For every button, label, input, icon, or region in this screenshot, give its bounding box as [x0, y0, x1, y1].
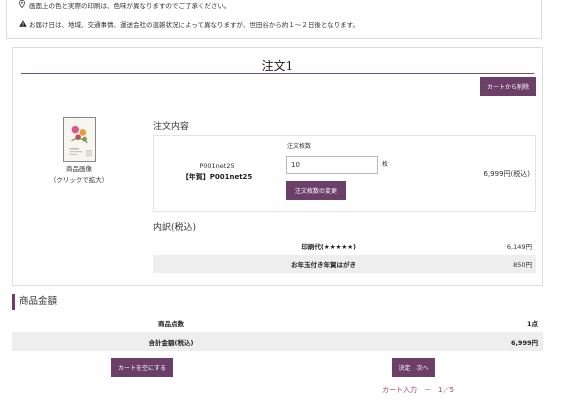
breakdown-value: 850円: [513, 261, 532, 269]
breakdown-row: お年玉付き年賀はがき 850円: [153, 255, 536, 273]
map-marker-icon: [18, 0, 29, 10]
summary-value: 6,999円: [510, 338, 538, 347]
order-contents-heading: 注文内容: [153, 122, 190, 132]
product-image[interactable]: [63, 117, 96, 162]
notice-line: 画面上の色と実際の印刷は、色味が異なりますのでご了承ください。: [18, 0, 231, 10]
summary-table: 商品点数 1点 合計金額(税込) 6,999円: [12, 313, 543, 351]
breakdown-row: 印刷代(★★★★★) 6,149円: [153, 237, 536, 255]
quantity-label: 注文枚数: [287, 143, 312, 150]
warning-icon: [19, 19, 29, 29]
summary-row: 合計金額(税込) 6,999円: [12, 332, 543, 351]
empty-cart-button[interactable]: カートを空にする: [111, 358, 173, 377]
summary-label: 商品点数: [158, 319, 184, 328]
order-panel: 注文1 カートから削除 商品画像 （クリックで拡大） 注文内容 P001net2…: [12, 47, 543, 286]
remove-from-cart-button[interactable]: カートから削除: [480, 77, 536, 96]
summary-value: 1点: [526, 319, 538, 328]
decide-next-button[interactable]: 決定 次へ: [392, 358, 435, 377]
summary-heading: 商品金額: [12, 294, 57, 310]
order-contents-panel: P001net25 【年賀】P001net25 注文枚数 枚 注文枚数の変更 6…: [153, 135, 536, 212]
product-name: 【年賀】P001net25: [181, 173, 253, 181]
summary-row: 商品点数 1点: [12, 313, 543, 332]
image-caption-hint[interactable]: （クリックで拡大）: [41, 175, 117, 186]
product-code: P001net25: [199, 162, 235, 170]
product-thumbnail-icon: [64, 118, 95, 161]
image-caption-title[interactable]: 商品画像: [41, 164, 117, 175]
item-price: 6,999円(税込): [483, 170, 530, 178]
notice-text-delivery: お届け日は、地域、交通事情、運送会社の混雑状況によって異なりますが、世田谷から約…: [29, 21, 360, 29]
order-title: 注文1: [261, 59, 294, 73]
change-quantity-button[interactable]: 注文枚数の変更: [286, 181, 346, 200]
image-caption[interactable]: 商品画像 （クリックで拡大）: [41, 164, 117, 186]
quantity-unit: 枚: [382, 161, 389, 168]
title-divider: [21, 73, 534, 74]
breakdown-label: 印刷代(★★★★★): [301, 243, 356, 251]
notice-line: お届け日は、地域、交通事情、運送会社の混雑状況によって異なりますが、世田谷から約…: [19, 19, 359, 29]
breakdown-label: お年玉付き年賀はがき: [291, 261, 356, 269]
summary-label: 合計金額(税込): [148, 338, 194, 347]
step-progress: カート入力 － 1／5: [382, 386, 454, 394]
breakdown-table: 印刷代(★★★★★) 6,149円 お年玉付き年賀はがき 850円: [153, 237, 536, 273]
breakdown-heading: 内訳(税込): [153, 223, 197, 233]
breakdown-value: 6,149円: [506, 243, 532, 251]
notice-text-color: 画面上の色と実際の印刷は、色味が異なりますのでご了承ください。: [29, 2, 231, 10]
quantity-input[interactable]: [286, 156, 378, 174]
notice-panel: 画面上の色と実際の印刷は、色味が異なりますのでご了承ください。 お届け日は、地域…: [6, 0, 542, 39]
